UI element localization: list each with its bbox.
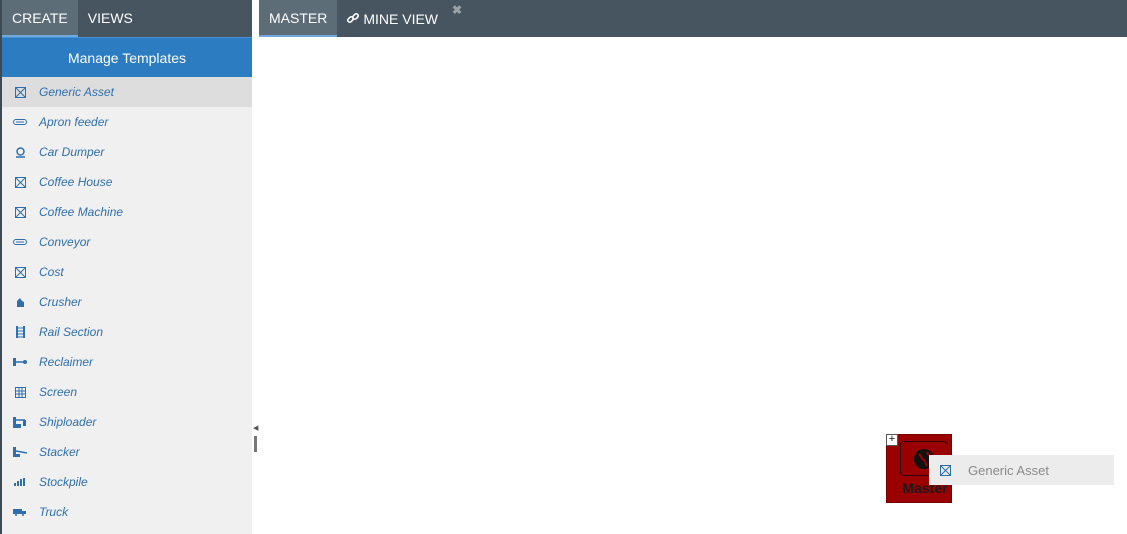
boxed-x-icon <box>13 265 27 279</box>
template-list: Generic Asset Apron feeder Car Dumper Co… <box>2 77 252 527</box>
diagram-canvas[interactable]: + Master Generic Asset <box>259 37 1127 534</box>
template-label: Stacker <box>39 445 80 459</box>
template-label: Shiploader <box>39 415 97 429</box>
template-item-truck[interactable]: Truck <box>2 497 252 527</box>
view-tab-bar: MASTER MINE VIEW ✖ <box>259 0 1127 37</box>
boxed-x-icon <box>940 463 954 477</box>
chip-label: Generic Asset <box>968 462 1049 478</box>
template-item-shiploader[interactable]: Shiploader <box>2 407 252 437</box>
left-tab-bar: CREATE VIEWS <box>2 0 252 37</box>
template-item-coffee-machine[interactable]: Coffee Machine <box>2 197 252 227</box>
rail-icon <box>13 325 27 339</box>
template-item-cost[interactable]: Cost <box>2 257 252 287</box>
tab-label: MINE VIEW <box>363 10 439 27</box>
template-item-reclaimer[interactable]: Reclaimer <box>2 347 252 377</box>
template-label: Coffee House <box>39 175 113 189</box>
dragged-template-chip[interactable]: Generic Asset <box>929 455 1114 485</box>
collapse-arrow-icon[interactable]: ◀ <box>253 424 258 432</box>
template-label: Reclaimer <box>39 355 94 369</box>
template-label: Generic Asset <box>39 85 114 99</box>
manage-templates-button[interactable]: Manage Templates <box>2 37 252 77</box>
boxed-x-icon <box>13 205 27 219</box>
left-panel: CREATE VIEWS Manage Templates Generic As… <box>0 0 252 534</box>
belt-icon <box>13 115 27 129</box>
template-label: Stockpile <box>39 475 88 489</box>
expand-node-button[interactable]: + <box>886 434 898 446</box>
tab-mine-view[interactable]: MINE VIEW <box>337 0 448 37</box>
crusher-icon <box>13 295 27 309</box>
stacker-icon <box>13 445 27 459</box>
tab-views[interactable]: VIEWS <box>78 0 143 37</box>
template-label: Rail Section <box>39 325 104 339</box>
truck-icon <box>13 505 27 519</box>
template-label: Cost <box>39 265 64 279</box>
shiploader-icon <box>13 415 27 429</box>
panel-resize-handle[interactable]: ◀ <box>253 424 258 454</box>
template-label: Screen <box>39 385 78 399</box>
resize-grip[interactable] <box>254 436 257 452</box>
template-item-rail-section[interactable]: Rail Section <box>2 317 252 347</box>
template-item-screen[interactable]: Screen <box>2 377 252 407</box>
template-item-stockpile[interactable]: Stockpile <box>2 467 252 497</box>
template-item-stacker[interactable]: Stacker <box>2 437 252 467</box>
boxed-x-icon <box>13 175 27 189</box>
template-label: Apron feeder <box>39 115 109 129</box>
template-item-crusher[interactable]: Crusher <box>2 287 252 317</box>
boxed-x-icon <box>13 85 27 99</box>
tab-master[interactable]: MASTER <box>259 0 338 37</box>
template-label: Truck <box>39 505 69 519</box>
tab-create[interactable]: CREATE <box>2 0 78 37</box>
template-item-coffee-house[interactable]: Coffee House <box>2 167 252 197</box>
template-label: Conveyor <box>39 235 91 249</box>
app-window: CREATE VIEWS Manage Templates Generic As… <box>0 0 1127 534</box>
grid-icon <box>13 385 27 399</box>
template-label: Car Dumper <box>39 145 105 159</box>
template-label: Coffee Machine <box>39 205 124 219</box>
dumper-icon <box>13 145 27 159</box>
template-item-generic-asset[interactable]: Generic Asset <box>2 77 252 107</box>
bars-icon <box>13 475 27 489</box>
template-item-car-dumper[interactable]: Car Dumper <box>2 137 252 167</box>
reclaimer-icon <box>13 355 27 369</box>
template-item-conveyor[interactable]: Conveyor <box>2 227 252 257</box>
view-panel: MASTER MINE VIEW ✖ + Master Generic Asse… <box>259 0 1127 534</box>
close-tab-icon[interactable]: ✖ <box>452 3 462 17</box>
link-icon <box>347 12 360 25</box>
belt-icon <box>13 235 27 249</box>
template-item-apron-feeder[interactable]: Apron feeder <box>2 107 252 137</box>
template-label: Crusher <box>39 295 82 309</box>
